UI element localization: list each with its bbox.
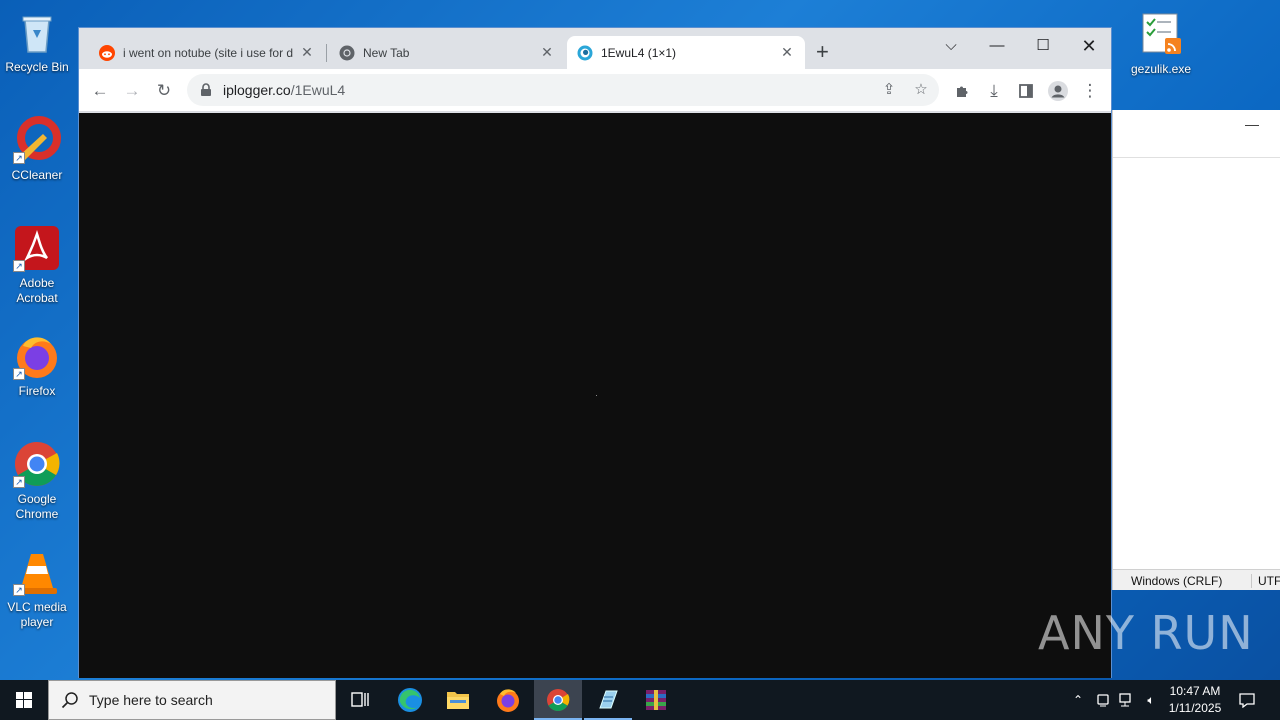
encoding-status: UTF-8	[1251, 574, 1280, 588]
download-icon[interactable]: ⤓	[981, 78, 1007, 104]
background-window[interactable]: — Windows (CRLF) UTF-8	[1112, 110, 1280, 590]
tab-iplogger[interactable]: 1EwuL4 (1×1) ✕	[567, 36, 805, 69]
desktop-icon-ccleaner[interactable]: ↗ CCleaner	[0, 116, 74, 183]
shortcut-arrow-icon: ↗	[13, 260, 25, 272]
tab-title: New Tab	[363, 45, 410, 60]
tray-app-icon[interactable]	[1092, 680, 1114, 720]
taskbar-search-box[interactable]: Type here to search	[48, 680, 336, 720]
desktop-icon-label: Firefox	[18, 384, 56, 398]
back-arrow-icon[interactable]: ←	[87, 78, 113, 104]
taskbar-edge[interactable]	[386, 680, 434, 720]
taskbar-firefox[interactable]	[484, 680, 532, 720]
iplogger-icon	[577, 45, 593, 61]
reload-icon[interactable]: ↻	[151, 78, 177, 104]
extensions-puzzle-icon[interactable]	[949, 78, 975, 104]
recycle-bin-icon	[13, 8, 61, 56]
taskbar: Type here to search ⌃ 🔈︎ 10:47 AM 1/11/2…	[0, 680, 1280, 720]
folder-icon	[447, 692, 469, 709]
desktop-icon-label: Google Chrome	[15, 492, 59, 521]
ccleaner-icon: ↗	[13, 116, 61, 164]
page-viewport[interactable]	[79, 113, 1111, 678]
background-window-titlebar: —	[1113, 110, 1280, 158]
share-icon[interactable]: ⇪	[879, 80, 899, 100]
taskbar-notepad[interactable]	[584, 680, 632, 720]
desktop-icon-label: gezulik.exe	[1130, 62, 1192, 76]
tab-search-chevron-icon[interactable]: ⌵	[931, 32, 971, 60]
tab-reddit[interactable]: i went on notube (site i use for d ✕	[89, 36, 325, 69]
winrar-icon	[646, 690, 666, 710]
profile-avatar-icon[interactable]	[1045, 78, 1071, 104]
tab-divider	[326, 44, 327, 62]
browser-window[interactable]: i went on notube (site i use for d ✕ New…	[78, 27, 1112, 678]
shortcut-arrow-icon: ↗	[13, 152, 25, 164]
address-bar[interactable]: iplogger.co/1EwuL4 ⇪ ☆	[187, 74, 939, 106]
shortcut-arrow-icon: ↗	[13, 476, 25, 488]
url-path: /1EwuL4	[290, 82, 346, 98]
close-window-button[interactable]: ✕	[1069, 32, 1109, 60]
desktop-icon-recycle-bin[interactable]: Recycle Bin	[0, 8, 74, 75]
shortcut-arrow-icon: ↗	[13, 584, 25, 596]
taskbar-winrar[interactable]	[632, 680, 680, 720]
shortcut-arrow-icon: ↗	[13, 368, 25, 380]
google-chrome-icon: ↗	[13, 440, 61, 488]
browser-toolbar: ← → ↻ iplogger.co/1EwuL4 ⇪ ☆ ⤓ ⋮	[79, 69, 1111, 112]
desktop-icon-firefox[interactable]: ↗ Firefox	[0, 332, 74, 399]
task-view-button[interactable]	[336, 680, 384, 720]
desktop-icon-label: VLC media player	[7, 600, 67, 629]
close-icon[interactable]: ✕	[299, 44, 315, 61]
address-url: iplogger.co/1EwuL4	[223, 82, 345, 98]
search-icon	[61, 691, 79, 709]
bookmark-star-icon[interactable]: ☆	[911, 80, 931, 100]
desktop-icon-google-chrome[interactable]: ↗ Google Chrome	[0, 440, 74, 522]
show-hidden-icons-chevron-icon[interactable]: ⌃	[1068, 680, 1088, 720]
firefox-icon	[497, 689, 519, 712]
edge-icon	[398, 688, 422, 712]
desktop-icon-label: Adobe Acrobat	[16, 276, 58, 305]
new-tab-button[interactable]: +	[816, 41, 829, 63]
desktop-icon-vlc[interactable]: ↗ VLC media player	[0, 548, 74, 630]
windows-logo-icon	[16, 692, 32, 708]
desktop-icon-label: CCleaner	[11, 168, 63, 182]
maximize-window-button[interactable]: ☐	[1023, 32, 1063, 60]
minimize-icon[interactable]: —	[1245, 116, 1259, 132]
tab-new-tab[interactable]: New Tab ✕	[329, 36, 565, 69]
close-icon[interactable]: ✕	[539, 44, 555, 61]
google-chrome-icon	[547, 689, 570, 711]
clock-date: 1/11/2025	[1168, 701, 1222, 715]
notifications-icon[interactable]	[1232, 680, 1262, 720]
forward-arrow-icon[interactable]: →	[119, 78, 145, 104]
notepad-icon	[599, 690, 618, 709]
tab-strip: i went on notube (site i use for d ✕ New…	[79, 28, 1113, 69]
search-placeholder: Type here to search	[89, 692, 213, 708]
desktop-icon-adobe-acrobat[interactable]: ↗ Adobe Acrobat	[0, 224, 74, 306]
status-bar: Windows (CRLF) UTF-8	[1113, 569, 1280, 590]
line-ending-status: Windows (CRLF)	[1131, 574, 1223, 588]
more-menu-icon[interactable]: ⋮	[1077, 78, 1103, 104]
taskbar-chrome[interactable]	[534, 680, 582, 720]
task-view-icon	[351, 692, 369, 707]
close-icon[interactable]: ✕	[779, 44, 795, 61]
start-button[interactable]	[0, 680, 48, 720]
firefox-icon: ↗	[13, 332, 61, 380]
minimize-window-button[interactable]: —	[977, 32, 1017, 60]
anyrun-watermark: ANY RUN	[1038, 606, 1254, 660]
url-host: iplogger.co	[223, 82, 291, 98]
desktop-icon-gezulik[interactable]: gezulik.exe	[1124, 10, 1198, 77]
chrome-icon	[339, 45, 355, 61]
taskbar-clock[interactable]: 10:47 AM 1/11/2025	[1160, 683, 1230, 717]
clock-time: 10:47 AM	[1169, 684, 1221, 698]
adobe-acrobat-icon: ↗	[13, 224, 61, 272]
volume-icon[interactable]: 🔈︎	[1140, 680, 1162, 720]
side-panel-icon[interactable]	[1013, 78, 1039, 104]
desktop-icon-label: Recycle Bin	[5, 60, 69, 74]
taskbar-file-explorer[interactable]	[434, 680, 482, 720]
tab-title: i went on notube (site i use for d	[123, 45, 294, 60]
tracking-pixel-image	[596, 395, 597, 396]
checklist-file-icon	[1137, 10, 1185, 58]
lock-icon	[199, 83, 213, 97]
reddit-icon	[99, 44, 115, 61]
tab-title: 1EwuL4 (1×1)	[601, 45, 677, 60]
network-icon[interactable]	[1116, 680, 1138, 720]
vlc-cone-icon: ↗	[13, 548, 61, 596]
